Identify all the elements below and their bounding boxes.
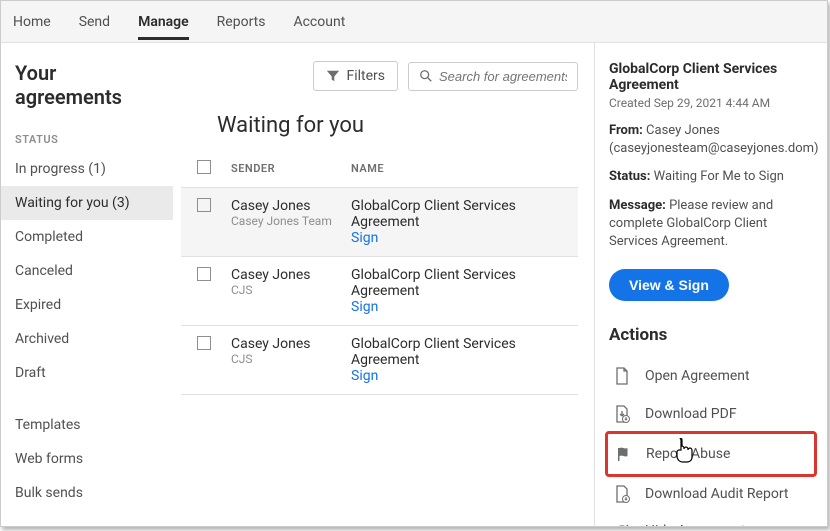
file-icon [613, 367, 631, 385]
status-header: STATUS [1, 123, 173, 152]
flag-icon [614, 446, 632, 462]
doc-name: GlobalCorp Client Services Agreement [351, 198, 572, 230]
top-nav: Home Send Manage Reports Account [1, 1, 827, 43]
from-name: Casey Jones [646, 123, 720, 138]
agreements-table: SENDER NAME Casey Jones Casey Jones Team… [181, 150, 578, 395]
action-report-abuse[interactable]: Report Abuse [610, 438, 812, 470]
detail-panel: GlobalCorp Client Services Agreement Cre… [595, 43, 827, 526]
funnel-icon [326, 69, 340, 83]
download-pdf-icon [613, 405, 631, 423]
message-label: Message: [609, 198, 666, 213]
sender-name: Casey Jones [231, 336, 339, 352]
detail-from: From: Casey Jones (caseyjonesteam@caseyj… [609, 122, 813, 158]
actions-heading: Actions [609, 325, 813, 345]
col-sender: SENDER [225, 150, 345, 188]
status-value: Waiting For Me to Sign [654, 169, 784, 184]
row-checkbox[interactable] [197, 267, 211, 281]
sender-name: Casey Jones [231, 198, 339, 214]
sidebar-item-waiting[interactable]: Waiting for you (3) [1, 186, 173, 220]
sidebar-item-draft[interactable]: Draft [1, 356, 173, 390]
sidebar-item-in-progress[interactable]: In progress (1) [1, 152, 173, 186]
doc-name: GlobalCorp Client Services Agreement [351, 267, 572, 299]
nav-account[interactable]: Account [293, 3, 345, 40]
search-icon [419, 69, 433, 83]
action-label: Download PDF [645, 406, 737, 422]
doc-name: GlobalCorp Client Services Agreement [351, 336, 572, 368]
sign-link[interactable]: Sign [351, 230, 572, 246]
detail-status: Status: Waiting For Me to Sign [609, 168, 813, 186]
view-sign-button[interactable]: View & Sign [609, 269, 729, 301]
sidebar-item-expired[interactable]: Expired [1, 288, 173, 322]
row-checkbox[interactable] [197, 198, 211, 212]
action-open-agreement[interactable]: Open Agreement [609, 357, 813, 395]
sidebar-item-templates[interactable]: Templates [1, 408, 173, 442]
detail-created: Created Sep 29, 2021 4:44 AM [609, 96, 813, 110]
status-label: Status: [609, 169, 650, 184]
sidebar: Your agreements STATUS In progress (1) W… [1, 43, 173, 526]
section-title: Waiting for you [181, 113, 578, 138]
sidebar-item-canceled[interactable]: Canceled [1, 254, 173, 288]
sender-team: CJS [231, 352, 339, 366]
action-download-pdf[interactable]: Download PDF [609, 395, 813, 433]
sidebar-item-completed[interactable]: Completed [1, 220, 173, 254]
action-label: Report Abuse [646, 446, 730, 462]
sender-team: CJS [231, 283, 339, 297]
sender-name: Casey Jones [231, 267, 339, 283]
highlight-report-abuse: Report Abuse [605, 431, 817, 477]
action-hide-agreement[interactable]: Hide Agreement [609, 513, 813, 526]
page-title: Your agreements [1, 61, 173, 123]
nav-reports[interactable]: Reports [217, 3, 266, 40]
sender-team: Casey Jones Team [231, 214, 339, 228]
table-row[interactable]: Casey Jones Casey Jones Team GlobalCorp … [181, 188, 578, 257]
from-label: From: [609, 123, 643, 138]
col-name: NAME [345, 150, 578, 188]
download-report-icon [613, 485, 631, 503]
search-box[interactable] [408, 62, 578, 91]
sidebar-item-archived[interactable]: Archived [1, 322, 173, 356]
nav-send[interactable]: Send [79, 3, 110, 40]
filters-button[interactable]: Filters [313, 61, 398, 91]
detail-title: GlobalCorp Client Services Agreement [609, 61, 813, 93]
sign-link[interactable]: Sign [351, 368, 572, 384]
sidebar-item-web-forms[interactable]: Web forms [1, 442, 173, 476]
hide-icon [613, 524, 631, 526]
search-input[interactable] [439, 69, 567, 84]
action-label: Hide Agreement [645, 523, 746, 526]
table-row[interactable]: Casey Jones CJS GlobalCorp Client Servic… [181, 326, 578, 395]
table-row[interactable]: Casey Jones CJS GlobalCorp Client Servic… [181, 257, 578, 326]
action-label: Download Audit Report [645, 486, 789, 502]
sidebar-item-bulk-sends[interactable]: Bulk sends [1, 476, 173, 510]
row-checkbox[interactable] [197, 336, 211, 350]
filters-label: Filters [346, 68, 385, 84]
sign-link[interactable]: Sign [351, 299, 572, 315]
select-all-checkbox[interactable] [197, 160, 211, 174]
action-label: Open Agreement [645, 368, 750, 384]
from-email: (caseyjonesteam@caseyjones.dom) [609, 141, 819, 156]
nav-manage[interactable]: Manage [138, 3, 189, 40]
nav-home[interactable]: Home [13, 3, 51, 40]
detail-message: Message: Please review and complete Glob… [609, 197, 813, 252]
action-download-audit-report[interactable]: Download Audit Report [609, 475, 813, 513]
main-panel: Filters Waiting for you SENDER NAME [173, 43, 595, 526]
